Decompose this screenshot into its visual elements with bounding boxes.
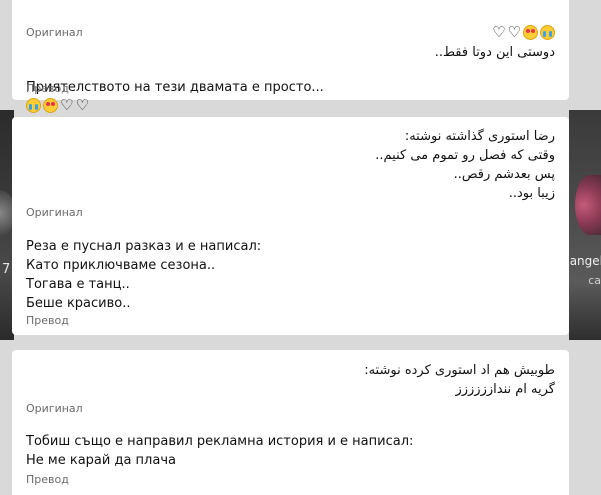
comment-card-3: طوبیش هم اد استوری کرده نوشته: گریه ام ن… — [12, 350, 569, 495]
white-heart-icon: ♡ — [75, 96, 89, 114]
translation-text-3: Тобиш също е направил рекламна история и… — [26, 434, 414, 468]
background-right-text: angel — [569, 254, 601, 268]
white-heart-icon: ♡ — [492, 23, 506, 41]
emoji-group: ♡ ♡ — [26, 98, 89, 113]
emoji-group: ♡ ♡ — [492, 25, 555, 40]
smiling-face-with-hearts-icon — [523, 25, 538, 40]
original-text-2: رضا استوری گذاشته نوشته: وقتی که فصل رو … — [375, 129, 555, 201]
background-left-text: 7 — [2, 262, 11, 277]
translation-label-3[interactable]: Превод — [26, 473, 69, 487]
smiling-face-with-hearts-icon — [43, 98, 58, 113]
background-avatar-right — [575, 175, 601, 235]
white-heart-icon: ♡ — [60, 96, 74, 114]
loudly-crying-face-icon — [540, 25, 555, 40]
white-heart-icon: ♡ — [507, 23, 521, 41]
translation-label-1[interactable]: Превод — [26, 82, 69, 96]
background-right-blur: angel ca — [569, 110, 601, 340]
translation-text-2: Реза е пуснал разказ и е написал: Като п… — [26, 239, 262, 311]
background-right-subtext: ca — [588, 274, 601, 287]
loudly-crying-face-icon — [26, 98, 41, 113]
comment-card-2: رضا استوری گذاشته نوشته: وقتی که فصل رو … — [12, 117, 569, 335]
original-label-3[interactable]: Оригинал — [26, 402, 83, 416]
comment-card-1: ♡ ♡ دوستی این دوتا فقط.. Оригинал Прияте… — [12, 0, 569, 113]
translation-label-2[interactable]: Превод — [26, 314, 69, 328]
original-label-2[interactable]: Оригинал — [26, 206, 83, 220]
original-label-1[interactable]: Оригинал — [26, 26, 83, 40]
original-text-1: ♡ ♡ دوستی این دوتا فقط.. — [434, 23, 555, 60]
translation-text-1: Приятелството на тези двамата е просто..… — [26, 80, 324, 114]
original-text-3: طوبیش هم اد استوری کرده نوشته: گریه ام ن… — [364, 363, 555, 397]
